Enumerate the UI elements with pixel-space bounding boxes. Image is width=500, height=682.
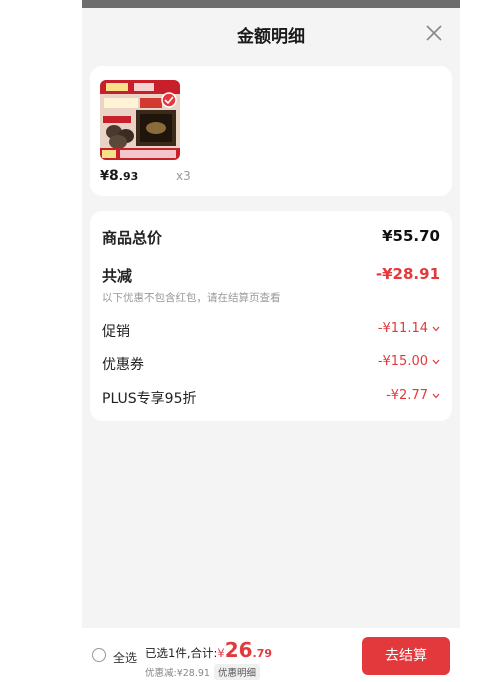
row-plus-discount[interactable]: PLUS专享95折 -¥2.77 — [102, 388, 440, 410]
discount-detail-link[interactable]: 优惠明细 — [213, 664, 260, 680]
phone-screen: 金额明细 ¥8.93 x3 商品总价 ¥55.70 共减 -¥28.91 以下优… — [82, 0, 460, 682]
discount-summary: 优惠减:¥28.91 优惠明细 — [145, 664, 260, 680]
price-decimal: .93 — [118, 170, 139, 183]
total-price-value: ¥55.70 — [382, 227, 440, 245]
chevron-down-icon[interactable] — [432, 326, 440, 332]
row-total-discount: 共减 -¥28.91 — [102, 265, 440, 287]
coupon-label: 优惠券 — [102, 357, 144, 373]
selected-count-text: 已选1件,合计: — [145, 646, 218, 660]
total-amount-integer: 26 — [224, 638, 253, 662]
price-integer: 8 — [109, 168, 119, 184]
checkout-button[interactable]: 去结算 — [362, 637, 450, 675]
plus-discount-amount: -¥2.77 — [386, 388, 428, 403]
product-price: ¥8.93 — [100, 168, 138, 184]
select-all-label[interactable]: 全选 — [113, 649, 137, 666]
product-quantity: x3 — [176, 169, 191, 183]
row-promotion[interactable]: 促销 -¥11.14 — [102, 321, 440, 343]
coupon-amount: -¥15.00 — [377, 354, 428, 369]
total-amount-decimal: .79 — [252, 647, 273, 660]
promotion-value[interactable]: -¥11.14 — [378, 321, 440, 336]
sheet-title: 金额明细 — [237, 27, 305, 47]
checkout-bar: 全选 已选1件,合计:¥26.79 优惠减:¥28.91 优惠明细 去结算 — [82, 628, 460, 682]
select-all-radio[interactable] — [92, 648, 106, 662]
discount-label: 共减 — [102, 267, 133, 285]
row-coupon[interactable]: 优惠券 -¥15.00 — [102, 354, 440, 376]
promotion-amount: -¥11.14 — [377, 321, 428, 336]
product-thumbnail[interactable] — [100, 80, 180, 160]
price-detail-card: 商品总价 ¥55.70 共减 -¥28.91 以下优惠不包含红包，请在结算页查看… — [90, 211, 452, 421]
chevron-down-icon[interactable] — [432, 393, 440, 399]
total-yen-symbol: ¥ — [217, 646, 225, 660]
amount-detail-sheet: 金额明细 ¥8.93 x3 商品总价 ¥55.70 共减 -¥28.91 以下优… — [82, 8, 460, 682]
plus-discount-label: PLUS专享95折 — [102, 391, 197, 407]
close-icon[interactable] — [424, 23, 444, 43]
promotion-label: 促销 — [102, 324, 130, 340]
plus-discount-value[interactable]: -¥2.77 — [386, 388, 440, 403]
chevron-down-icon[interactable] — [432, 359, 440, 365]
discount-summary-text: 优惠减:¥28.91 — [145, 668, 210, 679]
discount-note: 以下优惠不包含红包，请在结算页查看 — [102, 292, 281, 304]
order-summary: 已选1件,合计:¥26.79 — [145, 638, 272, 662]
row-total-price: 商品总价 ¥55.70 — [102, 227, 440, 249]
backdrop-dim — [82, 0, 460, 8]
product-card: ¥8.93 x3 — [90, 66, 452, 196]
discount-value: -¥28.91 — [375, 265, 440, 283]
price-symbol: ¥ — [100, 169, 110, 184]
total-price-label: 商品总价 — [102, 229, 163, 247]
coupon-value[interactable]: -¥15.00 — [378, 354, 440, 369]
